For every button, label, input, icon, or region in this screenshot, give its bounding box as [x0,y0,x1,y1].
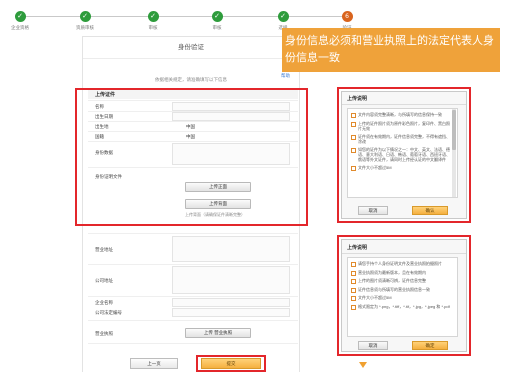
company-name-input[interactable] [172,298,290,307]
step-5-done-icon: ✓ [277,11,289,22]
row-divider [88,343,298,344]
step-3-label: 审核 [148,25,158,30]
upload-license-button[interactable]: 上传 营业执照 [185,328,251,338]
form-notice: 依据相关规定，请准确填写以下信息 [155,77,227,82]
highlight-box-dialog-1 [337,87,471,223]
step-1-label: 企业资格 [11,25,29,30]
previous-page-button[interactable]: 上一页 [130,358,178,369]
page-title: 身份验证 [178,44,204,51]
field-label-business-address: 营业地址 [95,247,113,252]
field-label-company-address: 公司地址 [95,278,113,283]
help-link[interactable]: 帮助 [281,73,290,79]
row-divider [88,264,298,265]
company-address-input[interactable] [172,266,290,294]
step-2-done-icon: ✓ [79,11,91,22]
field-label-business-license: 营业执照 [95,331,113,336]
progress-track [20,16,347,17]
step-6-current-icon: 6 [341,11,353,22]
step-3-done-icon: ✓ [147,11,159,22]
row-divider [88,320,298,321]
business-address-input[interactable] [172,236,290,262]
highlight-box-submit [196,355,266,372]
step-1-done-icon: ✓ [14,11,26,22]
field-label-company-number: 公司法定编号 [95,310,122,315]
company-number-input[interactable] [172,308,290,317]
step-2-label: 资质审核 [76,25,94,30]
highlight-box-identity-section [75,88,308,226]
title-divider [83,58,299,59]
step-4-done-icon: ✓ [211,11,223,22]
step-4-label: 审核 [212,25,222,30]
pointer-arrow-icon [359,362,367,368]
highlight-box-dialog-2 [337,235,471,356]
annotation-callout: 身份信息必须和营业执照上的法定代表人身份信息一致 [282,28,500,72]
field-label-company-name: 企业名称 [95,300,113,305]
row-divider [88,296,298,297]
row-divider [88,233,298,234]
